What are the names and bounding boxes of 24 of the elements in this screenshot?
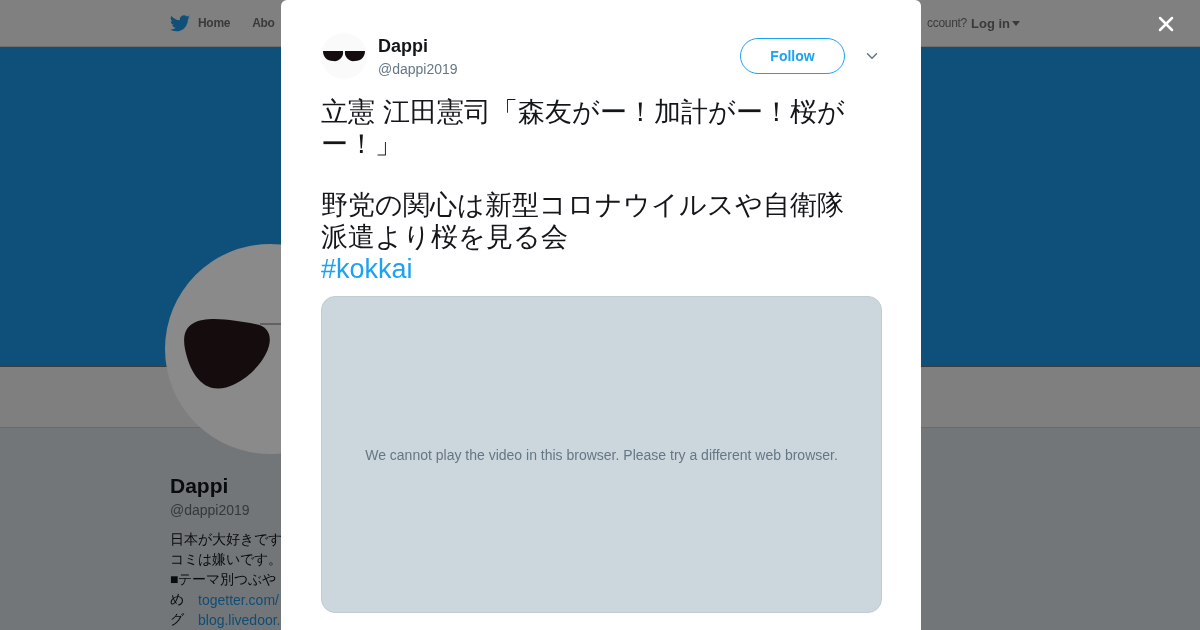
bio-link[interactable]: togetter.com/ (198, 592, 279, 608)
bio-text: ■テーマ別つぶや (170, 571, 277, 589)
tweet-text: 立憲 江田憲司「森友がー！加計がー！桜がー！」 (321, 96, 846, 160)
author-handle[interactable]: @dappi2019 (378, 60, 458, 77)
bio-text: 日本が大好きです (170, 531, 282, 549)
bio-text: コミは嫌いです。 (170, 551, 282, 569)
account-prompt: ccount? (927, 16, 967, 30)
author-name[interactable]: Dappi (378, 35, 428, 57)
bio-text: め (170, 591, 184, 609)
profile-name: Dappi (170, 474, 230, 498)
bio-text: グ (170, 611, 184, 629)
bird-icon (170, 14, 190, 32)
login-link[interactable]: Log in (971, 15, 1020, 31)
follow-button[interactable]: Follow (740, 38, 845, 74)
profile-handle: @dappi2019 (170, 502, 251, 518)
about-link[interactable]: Abo (252, 16, 275, 30)
tweet-text: 野党の関心は新型コロナウイルスや自衛隊派遣より桜を見る会 (321, 189, 845, 253)
video-error-message: We cannot play the video in this browser. Please try a different web browser. (365, 446, 838, 463)
caret-icon (1012, 20, 1020, 26)
sunglasses-icon (322, 50, 366, 62)
avatar[interactable] (321, 33, 367, 79)
hashtag-link[interactable]: #kokkai (321, 253, 413, 285)
home-link[interactable]: Home (198, 16, 231, 30)
bio-link[interactable]: blog.livedoor. (198, 612, 281, 628)
